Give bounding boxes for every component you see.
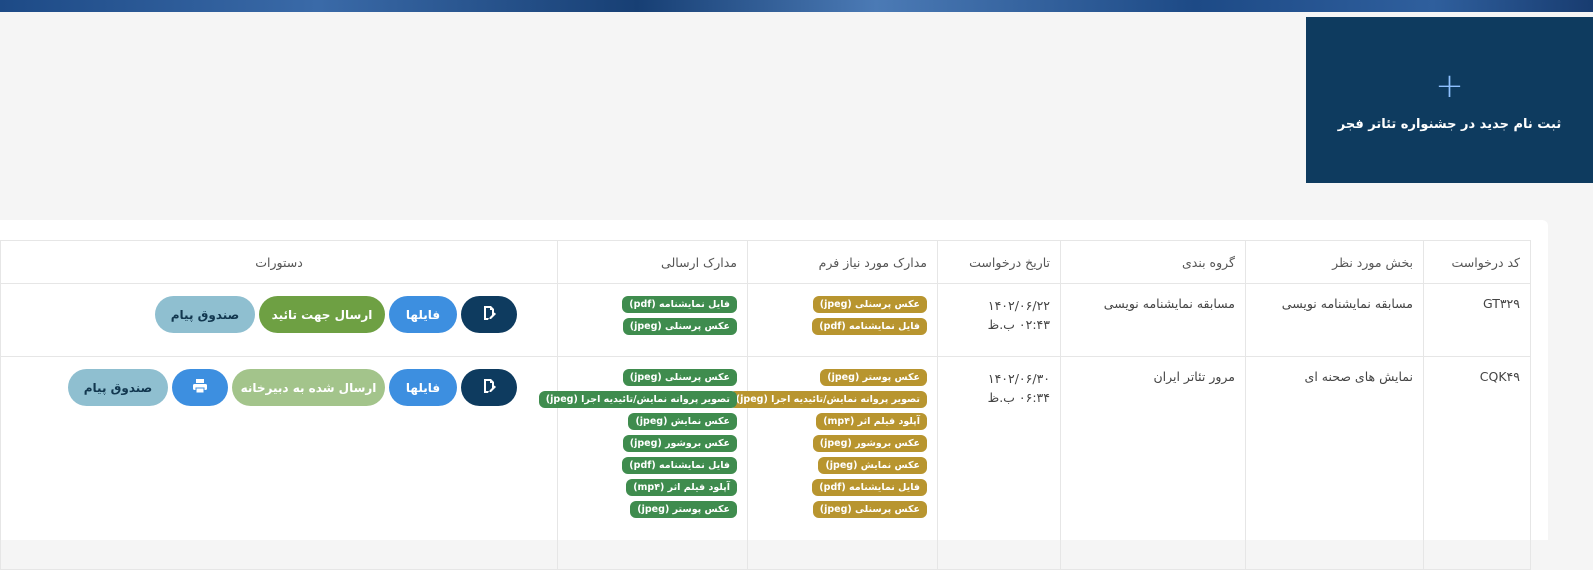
header-actions: دستورات [0,240,558,284]
sent-doc-badge: تصویر پروانه نمایش/تائیدیه اجرا (jpeg) [538,391,737,408]
required-doc-badge: تصویر پروانه نمایش/تائیدیه اجرا (jpeg) [728,391,927,408]
sent-doc-badge: عکس بروشور (jpeg) [622,435,737,452]
request-date: ۱۴۰۲/۰۶/۳۰ [987,371,1050,386]
table-row: CQK۴۹ نمایش های صحنه ای مرور تئاتر ایران… [0,356,1531,570]
new-registration-button[interactable]: + ثبت نام جدید در جشنواره تئاتر فجر [1306,17,1593,183]
table-row: GT۳۲۹ مسابقه نمایشنامه نویسی مسابقه نمای… [0,283,1531,357]
header-group: گروه بندی [1060,240,1246,284]
request-code: CQK۴۹ [1423,356,1531,570]
files-button[interactable]: فایلها [389,296,457,333]
plus-icon: + [1435,65,1464,106]
required-doc-badge: عکس نمایش (jpeg) [818,457,927,474]
required-doc-badge: عکس پوستر (jpeg) [820,369,927,386]
request-time: ۰۶:۳۴ ب.ظ [987,390,1050,405]
requests-card: کد درخواست بخش مورد نظر گروه بندی تاریخ … [0,220,1548,570]
files-button[interactable]: فایلها [389,369,457,406]
send-for-approval-button[interactable]: ارسال جهت تائید [259,296,385,333]
printer-icon [192,378,208,397]
header-required-docs: مدارک مورد نیاز فرم [747,240,938,284]
sent-doc-badge: عکس پرسنلی (jpeg) [622,369,737,386]
edit-document-icon [481,305,497,324]
actions-cell: فایلها ارسال جهت تائید صندوق پیام [0,283,558,357]
required-doc-badge: آپلود فیلم اثر (mp۴) [816,413,927,430]
request-group: مسابقه نمایشنامه نویسی [1060,283,1246,357]
edit-document-icon [481,378,497,397]
request-time: ۰۲:۴۳ ب.ظ [987,317,1050,332]
edit-button[interactable] [461,296,517,333]
required-doc-badge: فایل نمایشنامه (pdf) [812,479,927,496]
sent-doc-badge: عکس پرسنلی (jpeg) [622,318,737,335]
sent-doc-badge: فایل نمایشنامه (pdf) [622,296,737,313]
required-docs-cell: عکس پرسنلی (jpeg) فایل نمایشنامه (pdf) [747,283,938,357]
print-button[interactable] [172,369,228,406]
header-code: کد درخواست [1423,240,1531,284]
request-date-cell: ۱۴۰۲/۰۶/۳۰ ۰۶:۳۴ ب.ظ [937,356,1061,570]
sent-doc-badge: عکس نمایش (jpeg) [628,413,737,430]
new-registration-label: ثبت نام جدید در جشنواره تئاتر فجر [1337,116,1562,132]
request-group: مرور تئاتر ایران [1060,356,1246,570]
sent-docs-cell: فایل نمایشنامه (pdf) عکس پرسنلی (jpeg) [557,283,748,357]
header-section: بخش مورد نظر [1245,240,1424,284]
request-date-cell: ۱۴۰۲/۰۶/۲۲ ۰۲:۴۳ ب.ظ [937,283,1061,357]
inbox-button[interactable]: صندوق پیام [155,296,255,333]
sent-doc-badge: عکس پوستر (jpeg) [630,501,737,518]
header-date: تاریخ درخواست [937,240,1061,284]
request-code: GT۳۲۹ [1423,283,1531,357]
requests-table: کد درخواست بخش مورد نظر گروه بندی تاریخ … [0,240,1531,570]
required-docs-cell: عکس پوستر (jpeg) تصویر پروانه نمایش/تائی… [728,356,938,570]
header-banner [0,0,1593,12]
sent-doc-badge: آپلود فیلم اثر (mp۴) [626,479,737,496]
required-doc-badge: عکس پرسنلی (jpeg) [812,501,927,518]
actions-cell: فایلها ارسال شده به دبیرخانه صندوق پیام [0,356,558,570]
inbox-button[interactable]: صندوق پیام [68,369,168,406]
request-section: مسابقه نمایشنامه نویسی [1245,283,1424,357]
header-sent-docs: مدارک ارسالی [557,240,748,284]
sent-docs-cell: عکس پرسنلی (jpeg) تصویر پروانه نمایش/تائ… [538,356,748,570]
required-doc-badge: عکس پرسنلی (jpeg) [812,296,927,313]
table-header-row: کد درخواست بخش مورد نظر گروه بندی تاریخ … [0,240,1531,284]
required-doc-badge: فایل نمایشنامه (pdf) [812,318,927,335]
edit-button[interactable] [461,369,517,406]
request-section: نمایش های صحنه ای [1245,356,1424,570]
sent-to-secretariat-button[interactable]: ارسال شده به دبیرخانه [232,369,385,406]
sent-doc-badge: فایل نمایشنامه (pdf) [622,457,737,474]
required-doc-badge: عکس بروشور (jpeg) [812,435,927,452]
request-date: ۱۴۰۲/۰۶/۲۲ [987,298,1050,313]
